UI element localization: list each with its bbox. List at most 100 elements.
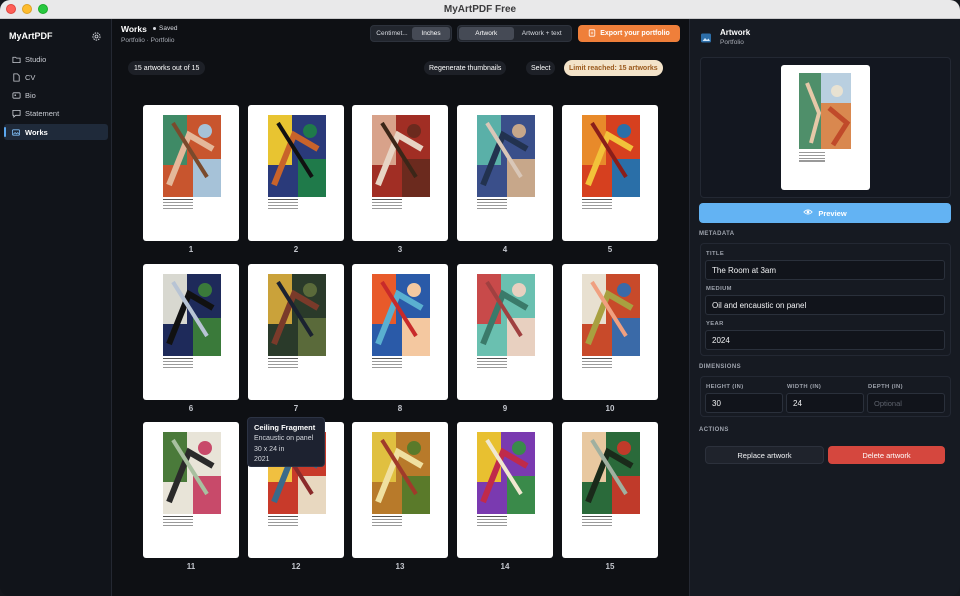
artwork-card[interactable] — [457, 105, 553, 241]
tooltip-year: 2021 — [254, 456, 270, 463]
depth-field[interactable]: Optional — [867, 393, 945, 413]
replace-artwork-button[interactable]: Replace artwork — [705, 446, 824, 464]
delete-artwork-button[interactable]: Delete artwork — [828, 446, 945, 464]
artwork-number-label: 11 — [186, 562, 196, 571]
app-window: MyArtPDF Free MyArtPDF Studio CV Bio Sta… — [0, 0, 960, 596]
sidebar-item-studio[interactable]: Studio — [4, 51, 108, 67]
artwork-image — [372, 432, 430, 514]
artwork-caption-lines — [163, 199, 193, 211]
panel-subtitle: Portfolio — [720, 39, 744, 46]
export-icon — [588, 28, 596, 39]
minimize-window-button[interactable] — [22, 4, 32, 14]
works-main: Works Saved Portfolio · Portfolio Centim… — [112, 19, 689, 596]
artwork-caption-lines — [372, 516, 402, 528]
units-option-inches[interactable]: Inches — [412, 27, 450, 40]
sidebar-item-works[interactable]: Works — [4, 124, 108, 141]
artwork-card[interactable] — [248, 105, 344, 241]
height-field[interactable]: 30 — [705, 393, 783, 413]
artwork-card[interactable] — [457, 422, 553, 558]
artwork-caption-lines — [268, 516, 298, 528]
artwork-image — [163, 115, 221, 197]
close-window-button[interactable] — [6, 4, 16, 14]
artwork-number-label: 5 — [607, 245, 613, 254]
artwork-caption-lines — [799, 152, 825, 163]
artwork-image — [163, 432, 221, 514]
artwork-number-label: 7 — [293, 404, 299, 413]
artwork-number-label: 12 — [291, 562, 301, 571]
sidebar-item-label: Bio — [25, 91, 36, 101]
window-title: MyArtPDF Free — [443, 3, 517, 15]
metadata-box: TITLE The Room at 3am MEDIUM Oil and enc… — [700, 243, 951, 356]
preview-label: Preview — [818, 208, 847, 218]
artwork-card[interactable] — [143, 264, 239, 400]
export-label: Export your portfolio — [600, 30, 670, 37]
medium-field[interactable]: Oil and encaustic on panel — [705, 295, 945, 315]
saved-label: Saved — [159, 25, 178, 32]
artwork-image — [163, 274, 221, 356]
artwork-image — [582, 115, 640, 197]
export-portfolio-button[interactable]: Export your portfolio — [578, 25, 680, 42]
artwork-card[interactable] — [562, 105, 658, 241]
window-controls — [6, 4, 48, 14]
artwork-card[interactable] — [352, 105, 448, 241]
artwork-caption-lines — [163, 358, 193, 370]
artwork-card[interactable] — [143, 422, 239, 558]
artwork-image — [268, 115, 326, 197]
artwork-number-label: 15 — [605, 562, 615, 571]
units-option-centimeters[interactable]: Centimet... — [372, 27, 412, 40]
artwork-card[interactable] — [562, 264, 658, 400]
artwork-card[interactable] — [352, 422, 448, 558]
breadcrumb: Portfolio · Portfolio — [121, 37, 175, 44]
maximize-window-button[interactable] — [38, 4, 48, 14]
artwork-number-label: 9 — [502, 404, 508, 413]
sidebar-item-label: Studio — [25, 54, 47, 64]
speech-bubble-icon — [11, 109, 21, 119]
width-field[interactable]: 24 — [786, 393, 864, 413]
panel-title: Artwork — [720, 28, 751, 37]
view-toggle: Artwork Artwork + text — [457, 25, 572, 42]
regenerate-thumbnails-button[interactable]: Regenerate thumbnails — [424, 61, 507, 75]
images-icon — [11, 127, 21, 137]
artwork-image — [582, 274, 640, 356]
sidebar-item-label: Statement — [25, 109, 60, 119]
artwork-preview-area — [700, 57, 951, 198]
artwork-image — [477, 274, 535, 356]
artwork-count-badge: 15 artworks out of 15 — [128, 61, 206, 75]
artwork-caption-lines — [372, 358, 402, 370]
artwork-image — [477, 115, 535, 197]
sidebar: MyArtPDF Studio CV Bio Statement Works — [0, 19, 112, 596]
year-label: YEAR — [706, 321, 724, 327]
artwork-card[interactable] — [248, 264, 344, 400]
dimensions-section-label: DIMENSIONS — [699, 364, 742, 370]
actions-section-label: ACTIONS — [699, 427, 729, 433]
document-icon — [11, 72, 21, 82]
id-card-icon — [11, 91, 21, 101]
artwork-caption-lines — [582, 358, 612, 370]
sidebar-item-bio[interactable]: Bio — [4, 88, 108, 104]
artwork-number-label: 13 — [395, 562, 405, 571]
image-icon — [700, 31, 712, 43]
year-field[interactable]: 2024 — [705, 330, 945, 350]
width-label: WIDTH (IN) — [787, 384, 822, 390]
artwork-card[interactable] — [562, 422, 658, 558]
title-field[interactable]: The Room at 3am — [705, 260, 945, 280]
view-option-artwork-text[interactable]: Artwork + text — [514, 27, 570, 40]
artwork-card[interactable] — [457, 264, 553, 400]
settings-gear-icon[interactable] — [89, 29, 103, 43]
view-option-artwork[interactable]: Artwork — [459, 27, 514, 40]
select-button[interactable]: Select — [526, 61, 556, 75]
title-bar: MyArtPDF Free — [0, 0, 960, 19]
artwork-number-label: 10 — [605, 404, 615, 413]
artwork-card[interactable] — [352, 264, 448, 400]
tooltip-medium: Encaustic on panel — [254, 435, 314, 442]
sidebar-item-cv[interactable]: CV — [4, 69, 108, 85]
artwork-card[interactable] — [143, 105, 239, 241]
artwork-number-label: 8 — [397, 404, 403, 413]
artwork-panel: Artwork Portfolio Preview METADATA TITLE… — [689, 19, 960, 596]
eye-icon — [803, 208, 814, 218]
artwork-caption-lines — [163, 516, 193, 528]
sidebar-item-label: Works — [25, 127, 48, 137]
preview-button[interactable]: Preview — [699, 203, 951, 223]
sidebar-item-statement[interactable]: Statement — [4, 106, 108, 122]
saved-dot-icon — [153, 27, 156, 30]
